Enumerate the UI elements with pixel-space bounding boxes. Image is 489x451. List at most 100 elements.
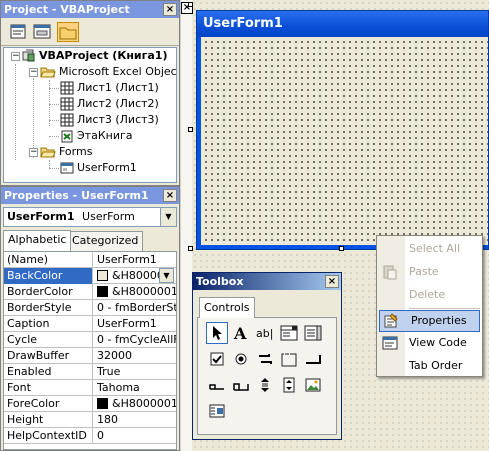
collapse-toggle[interactable]: −: [29, 68, 38, 77]
label-icon: A: [233, 324, 247, 342]
checkbox-tool[interactable]: [206, 348, 228, 370]
collapse-toggle[interactable]: −: [11, 52, 20, 61]
tree-item-forms[interactable]: Forms: [40, 144, 92, 160]
resize-handle[interactable]: [188, 127, 193, 132]
combobox-tool[interactable]: [278, 322, 300, 344]
property-value[interactable]: True: [94, 364, 176, 380]
scrollbar-tool[interactable]: [254, 374, 276, 396]
menu-item-paste[interactable]: Paste: [377, 261, 482, 283]
dropdown-button[interactable]: ▼: [159, 268, 174, 283]
color-swatch: [97, 286, 108, 297]
property-name: BackColor: [4, 268, 93, 284]
tree-item-workbook[interactable]: ЭтаКнига: [60, 128, 133, 144]
tree-guide: [49, 88, 59, 89]
project-tree: − VBAProject (Книга1) − Microsoft Excel …: [3, 47, 177, 183]
chevron-down-icon[interactable]: ▼: [160, 208, 176, 226]
tree-item-sheet3[interactable]: Лист3 (Лист3): [60, 112, 159, 128]
commandbutton-tool[interactable]: [302, 348, 324, 370]
menu-item-select-all[interactable]: Select All: [377, 238, 482, 260]
svg-text:ab|: ab|: [256, 327, 273, 340]
spinbutton-tool[interactable]: [278, 374, 300, 396]
property-value[interactable]: UserForm1: [94, 316, 176, 332]
properties-window: Properties - UserForm1 × UserForm1 UserF…: [0, 186, 180, 451]
property-name: DrawBuffer: [4, 348, 93, 364]
tree-item-userform[interactable]: UserForm1: [60, 160, 137, 176]
property-value[interactable]: &H80000 ▼: [94, 268, 176, 284]
property-name: BorderColor: [4, 284, 93, 300]
tab-alphabetic[interactable]: Alphabetic: [3, 230, 72, 251]
resize-handle[interactable]: [188, 2, 193, 7]
tree-item-project[interactable]: VBAProject (Книга1): [22, 48, 167, 64]
color-swatch: [97, 398, 108, 409]
property-row[interactable]: DrawBuffer 32000: [4, 348, 176, 364]
object-selector[interactable]: UserForm1 UserForm ▼: [3, 207, 177, 227]
refedit-tool[interactable]: [206, 400, 228, 422]
property-value[interactable]: 180: [94, 412, 176, 428]
property-value-text: &H80000012: [112, 397, 176, 410]
property-row[interactable]: (Name) UserForm1: [4, 252, 176, 268]
optionbutton-tool[interactable]: [230, 348, 252, 370]
view-code-button[interactable]: [7, 22, 29, 42]
tab-controls[interactable]: Controls: [199, 297, 255, 318]
image-tool[interactable]: [302, 374, 324, 396]
close-icon[interactable]: ×: [163, 3, 177, 16]
collapse-toggle[interactable]: −: [29, 148, 38, 157]
view-object-button[interactable]: [31, 22, 53, 42]
textbox-tool[interactable]: ab|: [254, 322, 276, 344]
toolbox-title: Toolbox: [193, 273, 341, 290]
property-row[interactable]: Font Tahoma: [4, 380, 176, 396]
toggle-folders-button[interactable]: [57, 22, 79, 42]
designer-scrollbar[interactable]: ×: [180, 0, 193, 451]
menu-item-view-code[interactable]: View Code: [377, 332, 482, 354]
property-row[interactable]: ForeColor &H80000012: [4, 396, 176, 412]
property-row[interactable]: Caption UserForm1: [4, 316, 176, 332]
togglebutton-tool[interactable]: [254, 348, 276, 370]
tree-item-excel-objects[interactable]: Microsoft Excel Objects: [40, 64, 176, 80]
frame-tool[interactable]: [278, 348, 300, 370]
property-value[interactable]: 0 - fmCycleAllFo: [94, 332, 176, 348]
menu-item-delete[interactable]: Delete: [377, 284, 482, 306]
property-value[interactable]: &H80000012: [94, 396, 176, 412]
userform-grid[interactable]: [201, 37, 488, 245]
property-row[interactable]: Enabled True: [4, 364, 176, 380]
worksheet-icon: [60, 97, 74, 111]
property-value[interactable]: 0: [94, 428, 176, 444]
userform-window[interactable]: UserForm1: [196, 10, 489, 250]
tree-item-workbook-label: ЭтаКнига: [77, 129, 133, 142]
multipage-tool[interactable]: [230, 374, 252, 396]
property-value[interactable]: 0 - fmBorderStyl: [94, 300, 176, 316]
tree-item-forms-label: Forms: [59, 145, 93, 158]
listbox-icon: [304, 325, 322, 341]
property-value-text: &H80000: [112, 269, 164, 282]
listbox-tool[interactable]: [302, 322, 324, 344]
property-row[interactable]: HelpContextID 0: [4, 428, 176, 444]
tabstrip-tool[interactable]: [206, 374, 228, 396]
tree-guide: [49, 104, 59, 105]
folder-open-icon: [40, 67, 56, 78]
property-value[interactable]: UserForm1: [94, 252, 176, 268]
property-value[interactable]: Tahoma: [94, 380, 176, 396]
tree-item-sheet2[interactable]: Лист2 (Лист2): [60, 96, 159, 112]
select-objects-tool[interactable]: [206, 322, 228, 344]
tab-categorized[interactable]: Categorized: [67, 231, 144, 251]
tree-item-sheet1[interactable]: Лист1 (Лист1): [60, 80, 159, 96]
folder-open-icon: [40, 147, 56, 158]
resize-handle[interactable]: [339, 246, 344, 251]
menu-item-tab-order[interactable]: Tab Order: [377, 355, 482, 377]
property-row[interactable]: BorderColor &H80000012: [4, 284, 176, 300]
close-icon[interactable]: ×: [325, 275, 339, 288]
property-name: Font: [4, 380, 93, 396]
property-name: Height: [4, 412, 93, 428]
resize-handle[interactable]: [188, 246, 193, 251]
property-value[interactable]: 32000: [94, 348, 176, 364]
label-tool[interactable]: A: [230, 322, 252, 344]
property-row[interactable]: Height 180: [4, 412, 176, 428]
menu-item-properties[interactable]: Properties: [379, 310, 480, 332]
close-icon[interactable]: ×: [163, 189, 177, 202]
property-row[interactable]: BackColor &H80000 ▼: [4, 268, 176, 284]
textbox-icon: ab|: [256, 327, 273, 340]
property-value[interactable]: &H80000012: [94, 284, 176, 300]
toolbox-title-text: Toolbox: [196, 275, 244, 288]
property-row[interactable]: BorderStyle 0 - fmBorderStyl: [4, 300, 176, 316]
property-row[interactable]: Cycle 0 - fmCycleAllFo: [4, 332, 176, 348]
